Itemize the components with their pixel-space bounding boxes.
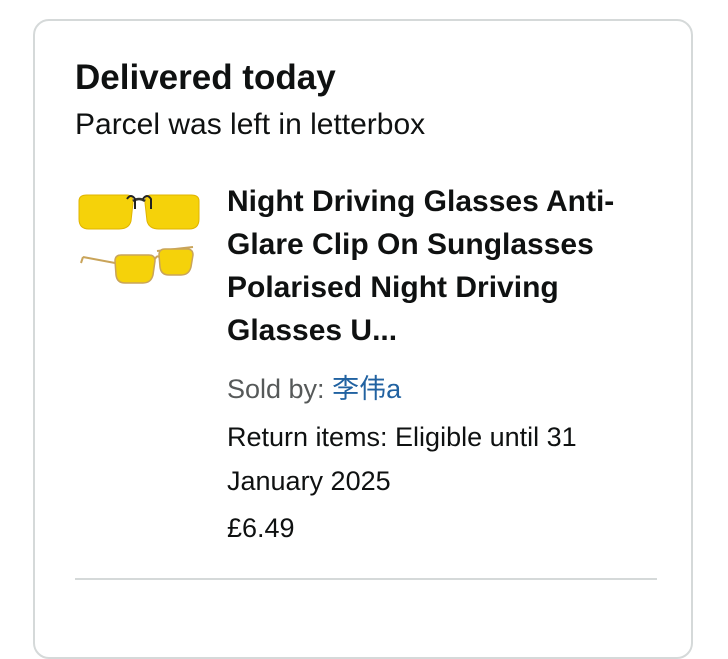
product-price: £6.49 [227,513,295,543]
delivery-status-title: Delivered today [75,58,336,97]
delivery-status-detail: Parcel was left in letterbox [75,108,426,141]
order-card: Delivered today Parcel was left in lette… [33,19,693,659]
return-eligibility-line-2: January 2025 [227,466,391,496]
glasses-with-clip-graphic [80,246,194,284]
product-title-link[interactable]: Night Driving Glasses Anti-Glare Clip On… [227,180,647,352]
product-image[interactable] [75,191,203,299]
return-eligibility-line-1: Return items: Eligible until 31 [227,422,577,452]
divider [75,578,657,580]
sold-by-line: Sold by: 李伟a [227,372,401,406]
seller-link[interactable]: 李伟a [332,374,401,404]
clip-on-lenses-graphic [78,194,200,230]
sold-by-label: Sold by: [227,374,325,404]
